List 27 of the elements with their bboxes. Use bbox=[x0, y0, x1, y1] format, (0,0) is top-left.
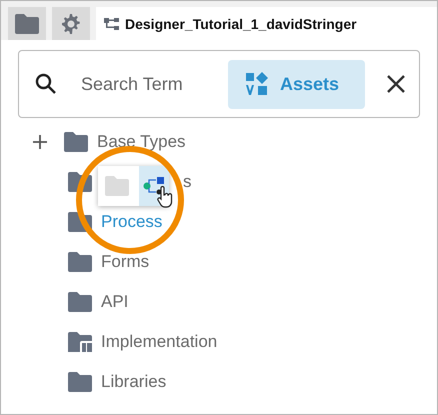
search-field[interactable]: Search Term bbox=[79, 72, 213, 96]
folder-icon bbox=[64, 132, 88, 152]
implementation-folder-icon bbox=[68, 332, 92, 352]
tree-item[interactable]: s bbox=[183, 172, 192, 192]
project-tab[interactable]: Designer_Tutorial_1_davidStringer bbox=[96, 7, 437, 40]
folder-icon bbox=[68, 372, 92, 392]
folder-icon bbox=[68, 292, 92, 312]
folder-icon bbox=[105, 176, 129, 196]
hand-cursor-icon bbox=[157, 186, 173, 208]
process-icon bbox=[143, 177, 165, 195]
close-icon bbox=[387, 75, 405, 93]
tree-item[interactable]: Forms bbox=[101, 252, 150, 272]
tree-item[interactable]: API bbox=[101, 292, 128, 312]
hierarchy-icon bbox=[104, 18, 119, 30]
close-button[interactable] bbox=[387, 75, 405, 93]
tree-item[interactable]: Base Types bbox=[97, 132, 186, 152]
search-icon bbox=[35, 73, 57, 95]
settings-tab[interactable] bbox=[52, 7, 90, 40]
shapes-icon bbox=[246, 72, 268, 96]
tree-item[interactable]: Implementation bbox=[101, 332, 218, 352]
folder-tab[interactable] bbox=[8, 7, 46, 40]
folder-icon bbox=[68, 252, 92, 272]
tree-item[interactable]: Libraries bbox=[101, 372, 166, 392]
settings-icon bbox=[60, 12, 82, 34]
assets-button[interactable]: Assets bbox=[228, 60, 365, 108]
folder-icon bbox=[15, 14, 39, 34]
tree-item[interactable]: Process bbox=[101, 212, 162, 232]
